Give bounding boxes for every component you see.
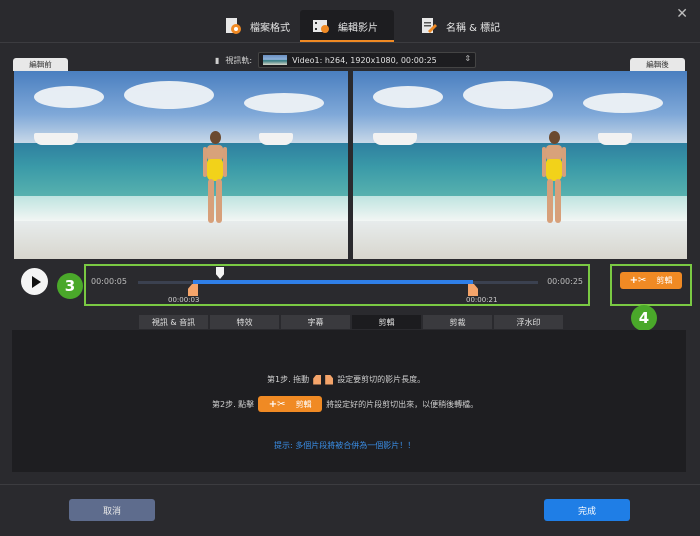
top-tab-bar: 檔案格式 編輯影片 名稱 & 標記 ✕ — [0, 0, 700, 44]
preview-before — [14, 71, 348, 259]
merge-tip: 提示: 多個片段將被合併為一個影片！！ — [274, 441, 416, 450]
step1-prefix: 第1步. 拖動 — [267, 375, 310, 384]
after-label: 編輯後 — [630, 58, 685, 71]
close-icon[interactable]: ✕ — [676, 6, 688, 22]
video-track-value: Video1: h264, 1920x1080, 00:00:25 — [292, 55, 437, 65]
timeline-selection — [193, 280, 473, 284]
video-track-select[interactable]: Video1: h264, 1920x1080, 00:00:25 ⇕ — [258, 52, 477, 68]
step-badge-4: 4 — [631, 305, 657, 331]
done-button[interactable]: 完成 — [544, 499, 630, 521]
subtab-effects[interactable]: 特效 — [209, 314, 280, 330]
updown-icon: ⇕ — [464, 54, 472, 63]
cut-button[interactable]: +✂ 剪輯 — [620, 272, 682, 289]
scissors-plus-icon: +✂ — [629, 275, 647, 286]
instruction-step1: 第1步. 拖動 設定要剪切的影片長度。 — [267, 374, 425, 385]
trim-timeline: 00:00:05 00:00:25 00:00:03 00:00:21 — [84, 264, 590, 306]
track-thumbnail — [263, 55, 288, 65]
cut-instructions-panel: 第1步. 拖動 設定要剪切的影片長度。 第2步. 點擊 +✂ 剪輯 將設定好的片… — [12, 330, 686, 472]
file-format-icon — [224, 17, 242, 35]
step2-prefix: 第2步. 點擊 — [212, 399, 255, 409]
video-editor-window: 檔案格式 編輯影片 名稱 & 標記 ✕ ▮ 視訊軌: Video1: h264,… — [0, 0, 700, 536]
tab-video-edit-label: 編輯影片 — [338, 22, 378, 34]
subtab-video-audio[interactable]: 視訊 & 音訊 — [138, 314, 209, 330]
step2-suffix: 將設定好的片段剪切出來，以便稍後轉檔。 — [326, 399, 479, 409]
video-track-label: 視訊軌: — [225, 55, 253, 65]
tab-rename-tag[interactable]: 名稱 & 標記 — [408, 10, 512, 42]
tab-rename-tag-label: 名稱 & 標記 — [446, 22, 501, 34]
tab-file-format-label: 檔案格式 — [250, 22, 290, 34]
before-label: 編輯前 — [13, 58, 68, 71]
cut-button-label: 剪輯 — [656, 276, 673, 285]
video-track-row: ▮ 視訊軌: Video1: h264, 1920x1080, 00:00:25… — [215, 52, 477, 68]
divider — [0, 42, 700, 43]
tab-video-edit[interactable]: 編輯影片 — [300, 10, 394, 42]
play-button[interactable] — [21, 268, 48, 295]
timeline-end-time: 00:00:25 — [547, 277, 583, 286]
video-edit-icon — [312, 17, 330, 35]
tab-file-format[interactable]: 檔案格式 — [212, 10, 302, 42]
cut-button-highlight: +✂ 剪輯 — [610, 264, 692, 306]
instruction-step2: 第2步. 點擊 +✂ 剪輯 將設定好的片段剪切出來，以便稍後轉檔。 — [212, 396, 478, 412]
playhead-marker[interactable] — [216, 267, 224, 279]
subtab-subtitle[interactable]: 字幕 — [280, 314, 351, 330]
handle-left-icon — [313, 374, 322, 385]
trim-left-time: 00:00:03 — [168, 296, 200, 304]
film-icon: ▮ — [215, 55, 220, 65]
cancel-button[interactable]: 取消 — [69, 499, 155, 521]
inline-cut-icon: +✂ 剪輯 — [258, 396, 323, 412]
rename-tag-icon — [420, 17, 438, 35]
preview-after — [353, 71, 687, 259]
trim-handle-left[interactable] — [188, 284, 198, 296]
trim-handle-right[interactable] — [468, 284, 478, 296]
subtab-watermark[interactable]: 浮水印 — [493, 314, 564, 330]
subtab-cut[interactable]: 剪輯 — [351, 314, 422, 330]
step1-suffix: 設定要剪切的影片長度。 — [337, 375, 426, 384]
edit-subtabs: 視訊 & 音訊 特效 字幕 剪輯 剪裁 浮水印 — [138, 314, 564, 330]
timeline-start-time: 00:00:05 — [91, 277, 127, 286]
divider — [0, 484, 700, 485]
handle-right-icon — [325, 374, 334, 385]
trim-right-time: 00:00:21 — [466, 296, 498, 304]
subtab-crop[interactable]: 剪裁 — [422, 314, 493, 330]
step-badge-3: 3 — [57, 273, 83, 299]
